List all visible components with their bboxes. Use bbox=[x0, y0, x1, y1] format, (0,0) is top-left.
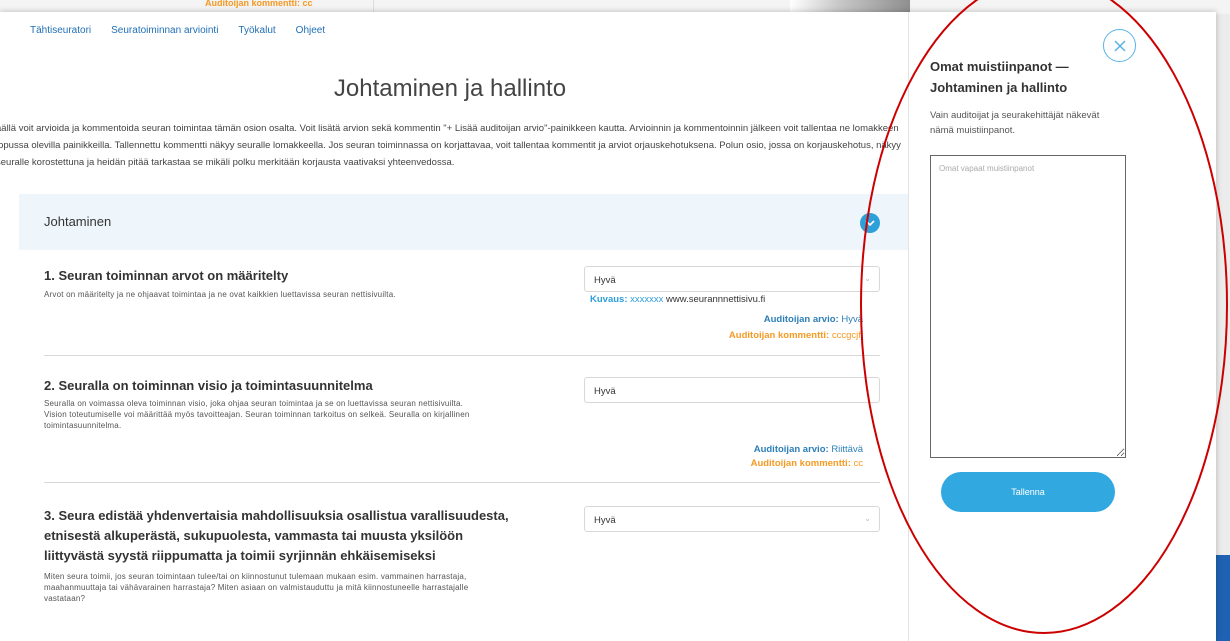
auditor-rating-label: Auditoijan arvio: bbox=[763, 314, 839, 325]
auditor-comment-value: cc bbox=[853, 458, 864, 469]
chevron-down-icon: ⌄ bbox=[864, 274, 871, 283]
question-2: 2. Seuralla on toiminnan visio ja toimin… bbox=[44, 376, 484, 431]
top-navigation: Tähtiseuratori Seuratoiminnan arviointi … bbox=[30, 25, 345, 36]
question-1-selected-value: Hyvä bbox=[594, 275, 616, 286]
notes-textarea[interactable] bbox=[930, 155, 1126, 458]
chevron-down-icon: ⌄ bbox=[864, 385, 871, 394]
auditor-rating-value: Hyvä bbox=[841, 314, 863, 325]
question-1-title: 1. Seuran toiminnan arvot on määritelty bbox=[44, 268, 289, 283]
section-toggle-button[interactable] bbox=[860, 213, 880, 233]
question-1-description-link: Kuvaus: xxxxxxx www.seurannnettisivu.fi bbox=[590, 294, 765, 305]
question-3-title: 3. Seura edistää yhdenvertaisia mahdolli… bbox=[44, 508, 509, 563]
background-comment-value: cc bbox=[302, 0, 313, 8]
kuvaus-url[interactable]: www.seurannnettisivu.fi bbox=[666, 294, 765, 305]
assessment-modal: Tähtiseuratori Seuratoiminnan arviointi … bbox=[0, 12, 1216, 641]
question-2-selected-value: Hyvä bbox=[594, 386, 616, 397]
auditor-comment-value: cccgcjfj bbox=[831, 330, 863, 341]
background-divider bbox=[373, 0, 374, 12]
close-icon bbox=[1113, 39, 1126, 52]
save-button[interactable]: Tallenna bbox=[941, 472, 1115, 512]
question-divider bbox=[44, 482, 880, 483]
question-1-rating-select[interactable]: Hyvä ⌄ bbox=[584, 266, 880, 292]
nav-link-ohjeet[interactable]: Ohjeet bbox=[296, 25, 325, 36]
background-right-edge bbox=[1216, 14, 1230, 555]
question-1: 1. Seuran toiminnan arvot on määritelty … bbox=[44, 266, 564, 300]
nav-link-tyokalut[interactable]: Työkalut bbox=[238, 25, 275, 36]
question-1-auditor-rating: Auditoijan arvio: Hyvä bbox=[764, 314, 863, 325]
notes-title: Omat muistiinpanot — Johtaminen ja halli… bbox=[930, 59, 1069, 95]
question-3: 3. Seura edistää yhdenvertaisia mahdolli… bbox=[44, 506, 524, 604]
question-divider bbox=[44, 355, 880, 356]
notes-subtitle: Vain auditoijat ja seurakehittäjät näkev… bbox=[930, 110, 1100, 136]
nav-link-seuratoiminnan-arviointi[interactable]: Seuratoiminnan arviointi bbox=[111, 25, 218, 36]
question-3-rating-select[interactable]: Hyvä ⌄ bbox=[584, 506, 880, 532]
question-3-selected-value: Hyvä bbox=[594, 515, 616, 526]
intro-text: äällä voit arvioida ja kommentoida seura… bbox=[0, 123, 901, 168]
question-2-title: 2. Seuralla on toiminnan visio ja toimin… bbox=[44, 378, 373, 393]
background-comment-label: Auditoijan kommentti: bbox=[205, 0, 300, 8]
question-1-auditor-comment: Auditoijan kommentti: cccgcjfj bbox=[729, 330, 863, 341]
chevron-down-icon bbox=[865, 220, 875, 226]
auditor-rating-label: Auditoijan arvio: bbox=[753, 444, 829, 455]
question-2-description: Seuralla on voimassa oleva toiminnan vis… bbox=[44, 399, 470, 430]
page-title: Johtaminen ja hallinto bbox=[333, 75, 567, 102]
kuvaus-label: Kuvaus: bbox=[590, 294, 628, 305]
auditor-rating-value: Riittävä bbox=[831, 444, 863, 455]
background-auditor-comment: Auditoijan kommentti: cc bbox=[205, 0, 313, 8]
notes-panel: Omat muistiinpanot — Johtaminen ja halli… bbox=[909, 12, 1216, 641]
question-2-rating-select[interactable]: Hyvä ⌄ bbox=[584, 377, 880, 403]
nav-link-tahtiseuratori[interactable]: Tähtiseuratori bbox=[30, 25, 91, 36]
question-3-description: Miten seura toimii, jos seuran toimintaa… bbox=[44, 572, 469, 603]
auditor-comment-label: Auditoijan kommentti: bbox=[728, 330, 830, 341]
kuvaus-code: xxxxxxx bbox=[630, 294, 664, 305]
section-title: Johtaminen bbox=[44, 214, 112, 229]
question-2-auditor-comment: Auditoijan kommentti: cc bbox=[751, 458, 863, 469]
question-2-auditor-rating: Auditoijan arvio: Riittävä bbox=[754, 444, 863, 455]
background-blue-block bbox=[1216, 555, 1230, 641]
section-header-johtaminen[interactable]: Johtaminen bbox=[19, 194, 908, 250]
chevron-down-icon: ⌄ bbox=[864, 514, 871, 523]
auditor-comment-label: Auditoijan kommentti: bbox=[750, 458, 851, 469]
question-1-description: Arvot on määritelty ja ne ohjaavat toimi… bbox=[44, 290, 396, 299]
